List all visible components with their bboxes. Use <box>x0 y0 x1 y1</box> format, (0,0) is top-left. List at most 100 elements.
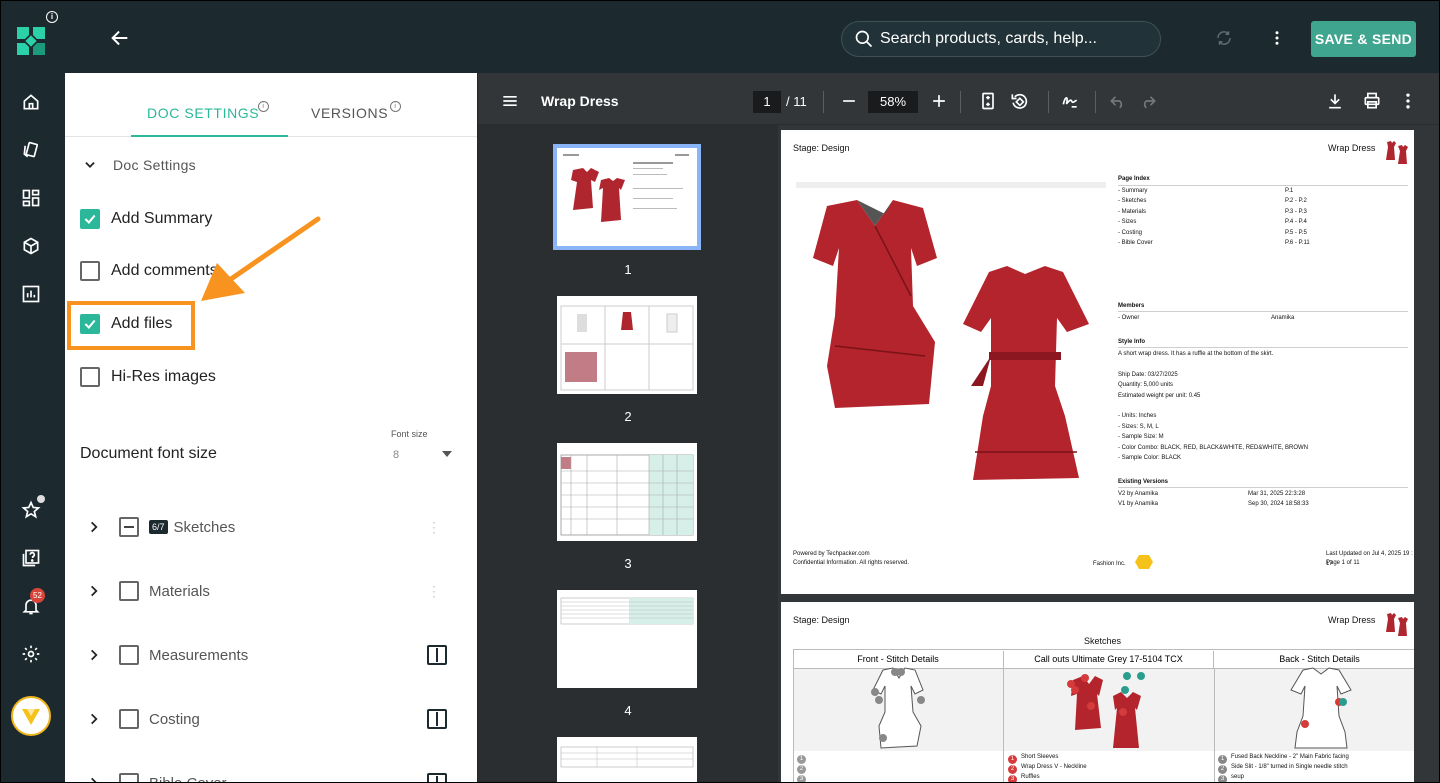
font-size-select[interactable]: 8 <box>393 449 399 461</box>
checkbox-costing[interactable] <box>119 709 139 729</box>
tab-versions-label: VERSIONS <box>311 105 389 121</box>
checkbox-bible-cover[interactable] <box>119 773 139 782</box>
thumbnail-page-3[interactable] <box>557 443 697 541</box>
chevron-right-icon[interactable] <box>87 776 101 783</box>
tree-item-costing[interactable]: Costing <box>87 709 447 729</box>
page-index-name: - Sizes <box>1118 219 1137 226</box>
footer-confidential: Confidential Information. All rights res… <box>793 560 910 566</box>
info-icon[interactable]: i <box>258 101 269 112</box>
thumbnail-page-4[interactable] <box>557 590 697 688</box>
tree-item-materials[interactable]: Materials ⋮ <box>87 581 447 601</box>
page-index-range: P.5 - P.5 <box>1285 229 1307 236</box>
cards-icon[interactable] <box>19 138 43 162</box>
page-index-range: P.4 - P.4 <box>1285 219 1307 226</box>
page-index-range: P.2 - P.2 <box>1285 198 1307 205</box>
tree-item-label: Bible Cover <box>149 774 227 783</box>
stage-label: Stage: Design <box>793 615 850 625</box>
reports-icon[interactable] <box>19 282 43 306</box>
back-arrow-icon[interactable] <box>109 27 131 49</box>
draw-icon[interactable] <box>1060 91 1080 111</box>
tab-versions[interactable]: VERSIONS i <box>311 101 401 121</box>
thumbnail-page-1[interactable] <box>553 144 701 250</box>
section-title: Doc Settings <box>113 157 196 173</box>
thumbnail-preview <box>560 305 694 391</box>
divider <box>1118 487 1408 488</box>
columns-icon[interactable] <box>427 709 447 729</box>
drag-handle-icon[interactable]: ⋮ <box>427 519 441 536</box>
more-options-icon[interactable] <box>1268 29 1286 47</box>
undo-icon[interactable] <box>1108 91 1128 111</box>
zoom-level-input[interactable]: 58% <box>868 91 918 113</box>
checkbox-add-comments[interactable] <box>80 261 100 281</box>
count-badge: 6/7 <box>149 520 168 534</box>
footer-company: Fashion Inc. <box>1093 561 1126 567</box>
chevron-right-icon[interactable] <box>87 648 101 662</box>
rotate-icon[interactable] <box>1009 91 1029 111</box>
thumbnail-page-2[interactable] <box>557 296 697 394</box>
menu-icon[interactable] <box>500 91 520 111</box>
option-hi-res-images[interactable]: Hi-Res images <box>80 367 216 387</box>
search-bar[interactable]: Search products, cards, help... <box>841 21 1161 57</box>
page-index-name: - Summary <box>1118 188 1148 194</box>
doc-settings-section-header[interactable]: Doc Settings <box>83 157 196 173</box>
redo-icon[interactable] <box>1138 91 1158 111</box>
chevron-right-icon[interactable] <box>87 520 101 534</box>
info-icon[interactable]: i <box>390 101 401 112</box>
thumbnail-page-5[interactable] <box>557 737 697 782</box>
pdf-viewer: Wrap Dress 1 / 11 58% 1 2 3 4 Stage: Des… <box>478 73 1439 782</box>
more-options-icon[interactable] <box>1398 91 1418 111</box>
thumbnail-number: 2 <box>624 409 632 424</box>
thumbnail-sidebar: 1 2 3 4 <box>478 125 778 782</box>
tree-item-measurements[interactable]: Measurements <box>87 645 447 665</box>
download-icon[interactable] <box>1325 91 1345 111</box>
style-info-line: Quantity: 5,000 units <box>1118 382 1174 389</box>
version-name: V2 by Anamika <box>1118 491 1159 497</box>
zoom-out-icon[interactable] <box>839 91 859 111</box>
drag-handle-icon[interactable]: ⋮ <box>427 583 441 600</box>
page-index-name: - Materials <box>1118 208 1147 215</box>
top-bar: Search products, cards, help... SAVE & S… <box>65 1 1439 73</box>
back-stitch-sketch-icon <box>1290 667 1352 749</box>
front-dress-sketch-icon <box>813 200 937 408</box>
font-size-caption: Font size <box>391 429 428 439</box>
tree-item-bible-cover[interactable]: Bible Cover <box>87 773 447 783</box>
style-info-line: Estimated weight per unit: 0.45 <box>1118 392 1201 399</box>
tab-doc-settings[interactable]: DOC SETTINGS i <box>131 101 288 137</box>
page-number-input[interactable]: 1 <box>753 91 781 113</box>
settings-icon[interactable] <box>19 642 43 666</box>
thumbnail-preview <box>560 597 694 625</box>
checkbox-add-summary[interactable] <box>80 209 100 229</box>
info-icon[interactable]: i <box>46 11 58 23</box>
app-logo[interactable] <box>15 25 47 57</box>
sync-icon[interactable] <box>1215 29 1233 47</box>
checkbox-measurements[interactable] <box>119 645 139 665</box>
page-index-range: P.1 <box>1285 188 1294 194</box>
dashboard-icon[interactable] <box>19 186 43 210</box>
chevron-right-icon[interactable] <box>87 584 101 598</box>
columns-icon[interactable] <box>427 773 447 782</box>
save-and-send-button[interactable]: SAVE & SEND <box>1311 21 1416 57</box>
checkbox-sketches[interactable] <box>119 517 139 537</box>
viewer-toolbar: Wrap Dress 1 / 11 58% <box>478 77 1439 125</box>
box-icon[interactable] <box>19 234 43 258</box>
callout-number-badge: 2 <box>797 765 806 774</box>
callout-number-badge: 1 <box>797 755 806 764</box>
style-info-line: - Sample Color: BLACK <box>1118 455 1182 461</box>
user-avatar[interactable] <box>11 696 51 736</box>
dropdown-caret-icon[interactable] <box>442 451 452 457</box>
fit-page-icon[interactable] <box>978 91 998 111</box>
chevron-right-icon[interactable] <box>87 712 101 726</box>
callouts-sketch-icon <box>1067 672 1145 748</box>
tree-item-label: Sketches <box>173 518 236 536</box>
version-date: Sep 30, 2024 18:58:33 <box>1248 501 1309 508</box>
company-logo-icon <box>1135 555 1153 569</box>
help-icon[interactable] <box>19 546 43 570</box>
columns-icon[interactable] <box>427 645 447 665</box>
tree-item-sketches[interactable]: 6/7 Sketches ⋮ <box>87 517 447 537</box>
home-icon[interactable] <box>19 90 43 114</box>
checkbox-materials[interactable] <box>119 581 139 601</box>
print-icon[interactable] <box>1362 91 1382 111</box>
stage-label: Stage: Design <box>793 143 850 153</box>
zoom-in-icon[interactable] <box>929 91 949 111</box>
checkbox-hi-res-images[interactable] <box>80 367 100 387</box>
